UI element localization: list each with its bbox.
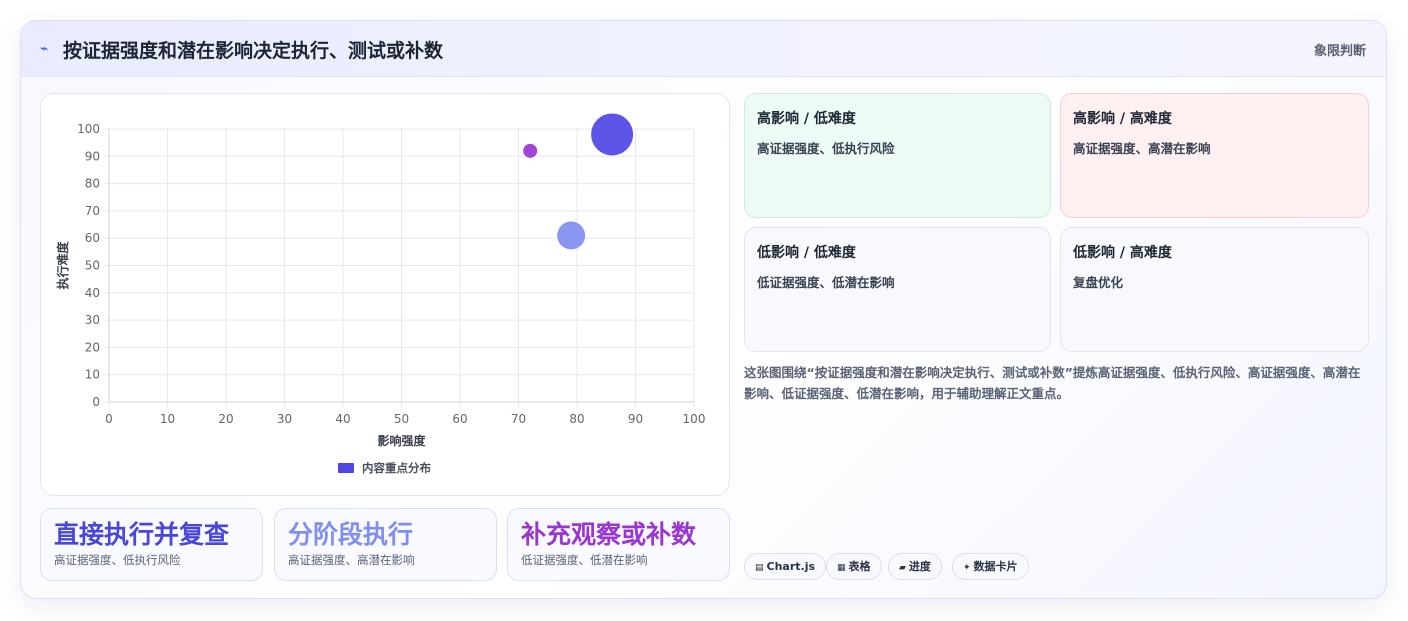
legend-label: 内容重点分布 bbox=[362, 461, 431, 475]
y-tick-label: 70 bbox=[85, 204, 100, 218]
y-tick-label: 50 bbox=[85, 259, 100, 273]
pill-table[interactable]: ▦ 表格 bbox=[826, 553, 882, 580]
quadrant-desc: 复盘优化 bbox=[1073, 275, 1124, 290]
bubble-chart: 0 10 20 30 40 50 60 70 80 90 100 0 10 20 30 40 50 60 70 80 9… bbox=[55, 113, 706, 475]
chart-icon: ▤ bbox=[755, 563, 764, 573]
x-tick-label: 10 bbox=[160, 412, 175, 426]
stat-value: 分阶段执行 bbox=[288, 520, 414, 549]
y-tick-label: 0 bbox=[92, 395, 100, 409]
y-tick-label: 20 bbox=[85, 340, 100, 354]
quadrant-high-impact-low-difficulty: 高影响 / 低难度 高证据强度、低执行风险 bbox=[744, 93, 1051, 218]
y-tick-label: 10 bbox=[85, 368, 100, 382]
quadrant-low-impact-low-difficulty: 低影响 / 低难度 低证据强度、低潜在影响 bbox=[744, 227, 1051, 352]
quadrant-title: 高影响 / 低难度 bbox=[757, 111, 856, 127]
stat-label: 高证据强度、高潜在影响 bbox=[288, 553, 415, 567]
y-tick-label: 90 bbox=[85, 149, 100, 163]
x-tick-label: 80 bbox=[569, 412, 584, 426]
x-tick-label: 50 bbox=[394, 412, 409, 426]
y-tick-label: 80 bbox=[85, 177, 100, 191]
table-icon: ▦ bbox=[837, 563, 846, 573]
bubble-point bbox=[523, 143, 538, 158]
stat-label: 高证据强度、低执行风险 bbox=[54, 553, 181, 567]
stat-value: 直接执行并复查 bbox=[54, 520, 230, 549]
x-tick-label: 100 bbox=[683, 412, 706, 426]
pill-progress[interactable]: ▰ 进度 bbox=[888, 553, 942, 580]
data-card-icon: ✦ bbox=[963, 563, 971, 573]
x-tick-label: 30 bbox=[277, 412, 292, 426]
bubble-point bbox=[557, 221, 586, 250]
pill-data-card[interactable]: ✦ 数据卡片 bbox=[952, 553, 1029, 580]
pill-label: 进度 bbox=[908, 560, 931, 573]
stat-card-direct-execute: 直接执行并复查 高证据强度、低执行风险 bbox=[40, 508, 263, 581]
pill-label: Chart.js bbox=[766, 560, 816, 573]
bolt-icon: ⌁ bbox=[40, 41, 49, 57]
stat-value: 补充观察或补数 bbox=[521, 520, 697, 549]
progress-icon: ▰ bbox=[899, 563, 906, 573]
x-tick-label: 40 bbox=[335, 412, 350, 426]
header-tag: 象限判断 bbox=[1313, 44, 1366, 59]
quadrant-high-impact-high-difficulty: 高影响 / 高难度 高证据强度、高潜在影响 bbox=[1060, 93, 1369, 218]
bubble-chart-panel: 0 10 20 30 40 50 60 70 80 90 100 0 10 20 30 40 50 60 70 80 9… bbox=[40, 93, 730, 496]
stat-label: 低证据强度、低潜在影响 bbox=[521, 553, 648, 567]
quadrant-low-impact-high-difficulty: 低影响 / 高难度 复盘优化 bbox=[1060, 227, 1369, 352]
quadrant-title: 高影响 / 高难度 bbox=[1073, 111, 1172, 127]
y-axis-label: 执行难度 bbox=[55, 241, 70, 290]
card-header: ⌁ 按证据强度和潜在影响决定执行、测试或补数 象限判断 bbox=[21, 21, 1386, 77]
quadrant-card: ⌁ 按证据强度和潜在影响决定执行、测试或补数 象限判断 0 10 20 30 40 50 6… bbox=[20, 20, 1387, 599]
pill-label: 表格 bbox=[848, 560, 871, 573]
x-axis-label: 影响强度 bbox=[377, 433, 426, 448]
quadrant-desc: 高证据强度、高潜在影响 bbox=[1073, 141, 1211, 156]
stat-card-supplement-data: 补充观察或补数 低证据强度、低潜在影响 bbox=[507, 508, 730, 581]
stat-card-phased-execute: 分阶段执行 高证据强度、高潜在影响 bbox=[274, 508, 497, 581]
x-tick-label: 20 bbox=[218, 412, 233, 426]
x-tick-label: 0 bbox=[105, 412, 113, 426]
chart-description: 这张图围绕“按证据强度和潜在影响决定执行、测试或补数”提炼高证据强度、低执行风险… bbox=[744, 365, 1361, 401]
x-tick-label: 60 bbox=[452, 412, 467, 426]
quadrant-title: 低影响 / 高难度 bbox=[1073, 245, 1172, 261]
y-tick-label: 100 bbox=[77, 122, 100, 136]
y-tick-label: 30 bbox=[85, 313, 100, 327]
bubble-point bbox=[591, 113, 634, 156]
quadrant-desc: 高证据强度、低执行风险 bbox=[757, 141, 895, 156]
card-title: 按证据强度和潜在影响决定执行、测试或补数 bbox=[63, 40, 444, 62]
x-tick-label: 70 bbox=[511, 412, 526, 426]
pill-label: 数据卡片 bbox=[973, 560, 1018, 573]
y-tick-label: 60 bbox=[85, 231, 100, 245]
quadrant-desc: 低证据强度、低潜在影响 bbox=[757, 275, 895, 290]
quadrant-title: 低影响 / 低难度 bbox=[757, 245, 856, 261]
y-tick-label: 40 bbox=[85, 286, 100, 300]
legend-swatch bbox=[338, 463, 354, 473]
x-tick-label: 90 bbox=[628, 412, 643, 426]
pill-chartjs[interactable]: ▤ Chart.js bbox=[744, 553, 827, 580]
